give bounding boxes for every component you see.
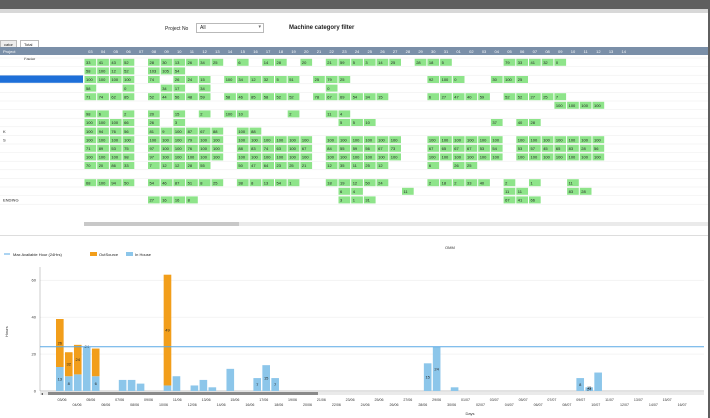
inhouse-bar-label: 13 bbox=[58, 377, 63, 382]
x-tick-label: 11/07 bbox=[605, 398, 614, 402]
x-tick-label: 12/06 bbox=[188, 403, 197, 407]
x-tick-label: 19/06 bbox=[288, 398, 297, 402]
x-tick-label: 26/06 bbox=[390, 403, 399, 407]
x-tick-label: 16/06 bbox=[245, 403, 254, 407]
x-tick-label: 02/07 bbox=[476, 403, 485, 407]
x-axis-label: Days bbox=[465, 411, 474, 416]
x-tick-label: 10/06 bbox=[159, 403, 168, 407]
x-tick-label: 12/07 bbox=[620, 403, 629, 407]
legend-inhouse-swatch bbox=[126, 252, 133, 256]
legend-outsource-label: OutSource bbox=[99, 252, 119, 257]
x-tick-label: 01/07 bbox=[461, 398, 470, 402]
legend-max-hour-label: Max Available Hour (24Hrs) bbox=[13, 252, 63, 257]
x-tick-label: 21/06 bbox=[317, 398, 326, 402]
x-tick-label: 04/07 bbox=[505, 403, 514, 407]
x-tick-label: 05/06 bbox=[86, 398, 95, 402]
x-tick-label: 27/06 bbox=[403, 398, 412, 402]
x-tick-label: 06/07 bbox=[534, 403, 543, 407]
inhouse-bar-label: 15 bbox=[425, 375, 430, 380]
inhouse-bar-label: 24 bbox=[434, 366, 439, 371]
x-tick-label: 15/07 bbox=[663, 398, 672, 402]
x-tick-label: 25/06 bbox=[375, 398, 384, 402]
x-tick-label: 17/06 bbox=[259, 398, 268, 402]
app-window: Project No All ▾ Machine category filter… bbox=[0, 9, 708, 418]
x-tick-label: 23/06 bbox=[346, 398, 355, 402]
outsource-bar-label: 26 bbox=[58, 341, 63, 346]
inhouse-bar[interactable] bbox=[118, 379, 127, 391]
inhouse-bar[interactable] bbox=[172, 376, 181, 391]
x-tick-label: 29/06 bbox=[432, 398, 441, 402]
scroll-left-icon[interactable]: ◂ bbox=[41, 391, 43, 396]
outsource-bar-label: 32 bbox=[67, 362, 72, 367]
x-tick-label: 22/06 bbox=[332, 403, 341, 407]
inhouse-bar[interactable] bbox=[450, 387, 459, 391]
x-tick-label: 09/06 bbox=[144, 398, 153, 402]
inhouse-bar[interactable] bbox=[82, 346, 91, 391]
x-tick-label: 11/06 bbox=[173, 398, 182, 402]
outsource-bar[interactable] bbox=[91, 348, 100, 377]
x-tick-label: 13/07 bbox=[634, 398, 643, 402]
x-tick-label: 28/06 bbox=[418, 403, 427, 407]
y-axis-label: Hours bbox=[4, 326, 9, 337]
inhouse-bar[interactable] bbox=[127, 379, 136, 391]
inhouse-bar[interactable] bbox=[594, 372, 602, 391]
x-tick-label: 03/06 bbox=[58, 398, 67, 402]
x-tick-label: 18/06 bbox=[274, 403, 283, 407]
inhouse-bar[interactable] bbox=[136, 383, 145, 391]
x-tick-label: 13/06 bbox=[202, 398, 211, 402]
load-chart: OMM Max Available Hour (24Hrs) OutSource In… bbox=[4, 245, 704, 416]
inhouse-bar[interactable] bbox=[190, 385, 199, 391]
x-tick-label: 06/06 bbox=[101, 403, 110, 407]
inhouse-bar[interactable] bbox=[199, 379, 208, 391]
legend-outsource-swatch bbox=[90, 252, 97, 256]
x-tick-label: 14/07 bbox=[649, 403, 658, 407]
x-tick-label: 08/07 bbox=[562, 403, 571, 407]
chart-top-label: OMM bbox=[445, 245, 455, 250]
outsource-bar-label: 49 bbox=[165, 328, 170, 333]
y-tick-label: 40 bbox=[32, 315, 37, 320]
inhouse-bar-label: 15 bbox=[264, 376, 269, 381]
outsource-bar-label: 15 bbox=[587, 385, 592, 390]
inhouse-bar[interactable] bbox=[163, 385, 172, 391]
x-tick-label: 04/06 bbox=[73, 403, 82, 407]
x-tick-label: 10/07 bbox=[591, 403, 600, 407]
x-tick-label: 07/06 bbox=[115, 398, 124, 402]
x-tick-label: 05/07 bbox=[519, 398, 528, 402]
inhouse-bar[interactable] bbox=[73, 374, 82, 391]
outsource-bar-label: 24 bbox=[76, 357, 81, 362]
y-tick-label: 0 bbox=[34, 389, 37, 394]
y-tick-label: 60 bbox=[32, 278, 37, 283]
x-tick-label: 15/06 bbox=[230, 398, 239, 402]
y-tick-label: 20 bbox=[32, 352, 37, 357]
x-tick-label: 09/07 bbox=[576, 398, 585, 402]
x-tick-label: 16/07 bbox=[678, 403, 687, 407]
x-tick-label: 07/07 bbox=[547, 398, 556, 402]
chart-scrollbar-thumb[interactable] bbox=[48, 392, 318, 395]
inhouse-bar[interactable] bbox=[208, 387, 217, 391]
x-tick-label: 03/07 bbox=[490, 398, 499, 402]
x-tick-label: 08/06 bbox=[130, 403, 139, 407]
legend-inhouse-label: In House bbox=[135, 252, 152, 257]
x-tick-label: 30/06 bbox=[447, 403, 456, 407]
x-tick-label: 14/06 bbox=[217, 403, 226, 407]
inhouse-bar[interactable] bbox=[226, 368, 235, 391]
x-tick-label: 24/06 bbox=[361, 403, 370, 407]
x-tick-label: 20/06 bbox=[303, 403, 312, 407]
